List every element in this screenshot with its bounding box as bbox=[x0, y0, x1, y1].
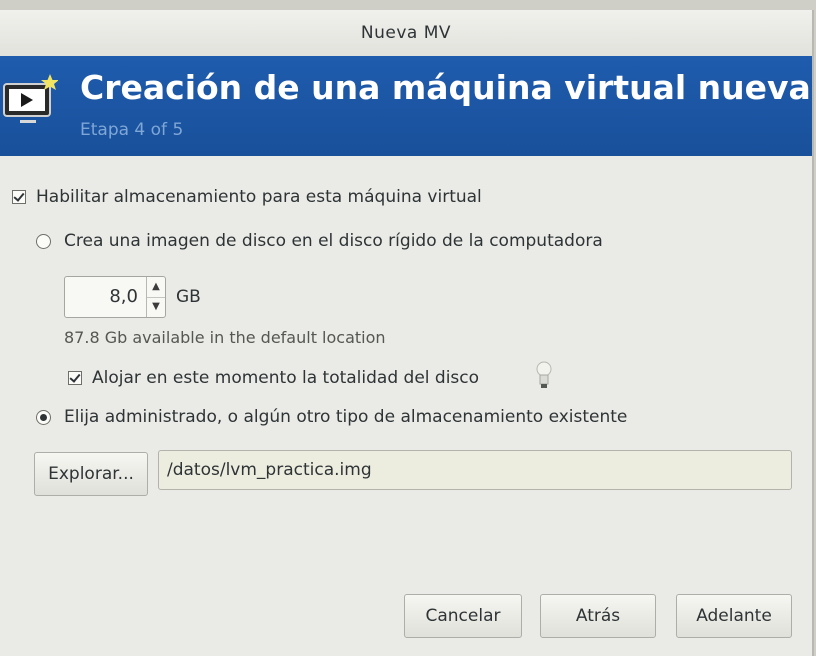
header-banner: Creación de una máquina virtual nueva Et… bbox=[0, 56, 812, 156]
vm-new-icon bbox=[3, 74, 58, 123]
banner-title: Creación de una máquina virtual nueva bbox=[80, 68, 811, 107]
forward-button[interactable]: Adelante bbox=[676, 594, 792, 638]
disk-size-unit: GB bbox=[176, 287, 201, 307]
enable-storage-option[interactable]: Habilitar almacenamiento para esta máqui… bbox=[12, 187, 482, 207]
allocate-disk-label: Alojar en este momento la totalidad del … bbox=[92, 368, 480, 388]
existing-storage-label: Elija administrado, o algún otro tipo de… bbox=[64, 407, 628, 427]
enable-storage-checkbox[interactable] bbox=[12, 190, 26, 204]
title-bar[interactable]: Nueva MV bbox=[0, 10, 812, 57]
existing-storage-radio[interactable] bbox=[36, 409, 51, 425]
allocate-disk-checkbox[interactable] bbox=[68, 371, 82, 385]
decrement-icon[interactable]: ▼ bbox=[147, 296, 165, 318]
stepper-buttons: ▲ ▼ bbox=[146, 277, 165, 317]
create-image-label: Crea una imagen de disco en el disco ríg… bbox=[64, 231, 603, 251]
cancel-button[interactable]: Cancelar bbox=[404, 594, 522, 638]
browse-button[interactable]: Explorar... bbox=[34, 452, 148, 496]
available-space-text: 87.8 Gb available in the default locatio… bbox=[64, 328, 386, 347]
disk-size-value[interactable]: 8,0 bbox=[65, 277, 146, 317]
allocate-disk-option[interactable]: Alojar en este momento la totalidad del … bbox=[68, 368, 479, 388]
create-image-radio[interactable] bbox=[36, 233, 51, 249]
window-title: Nueva MV bbox=[360, 23, 452, 43]
existing-storage-option[interactable]: Elija administrado, o algún otro tipo de… bbox=[36, 407, 627, 427]
disk-size-stepper[interactable]: 8,0 ▲ ▼ bbox=[64, 276, 166, 318]
back-button[interactable]: Atrás bbox=[540, 594, 656, 638]
create-image-option[interactable]: Crea una imagen de disco en el disco ríg… bbox=[36, 231, 603, 251]
new-vm-dialog: Nueva MV Creación de una máquina virtual… bbox=[0, 10, 814, 656]
increment-icon[interactable]: ▲ bbox=[147, 277, 165, 297]
enable-storage-label: Habilitar almacenamiento para esta máqui… bbox=[36, 187, 482, 207]
step-indicator: Etapa 4 of 5 bbox=[80, 120, 184, 140]
storage-path-input[interactable]: /datos/lvm_practica.img bbox=[158, 450, 792, 490]
lightbulb-icon bbox=[536, 361, 552, 388]
